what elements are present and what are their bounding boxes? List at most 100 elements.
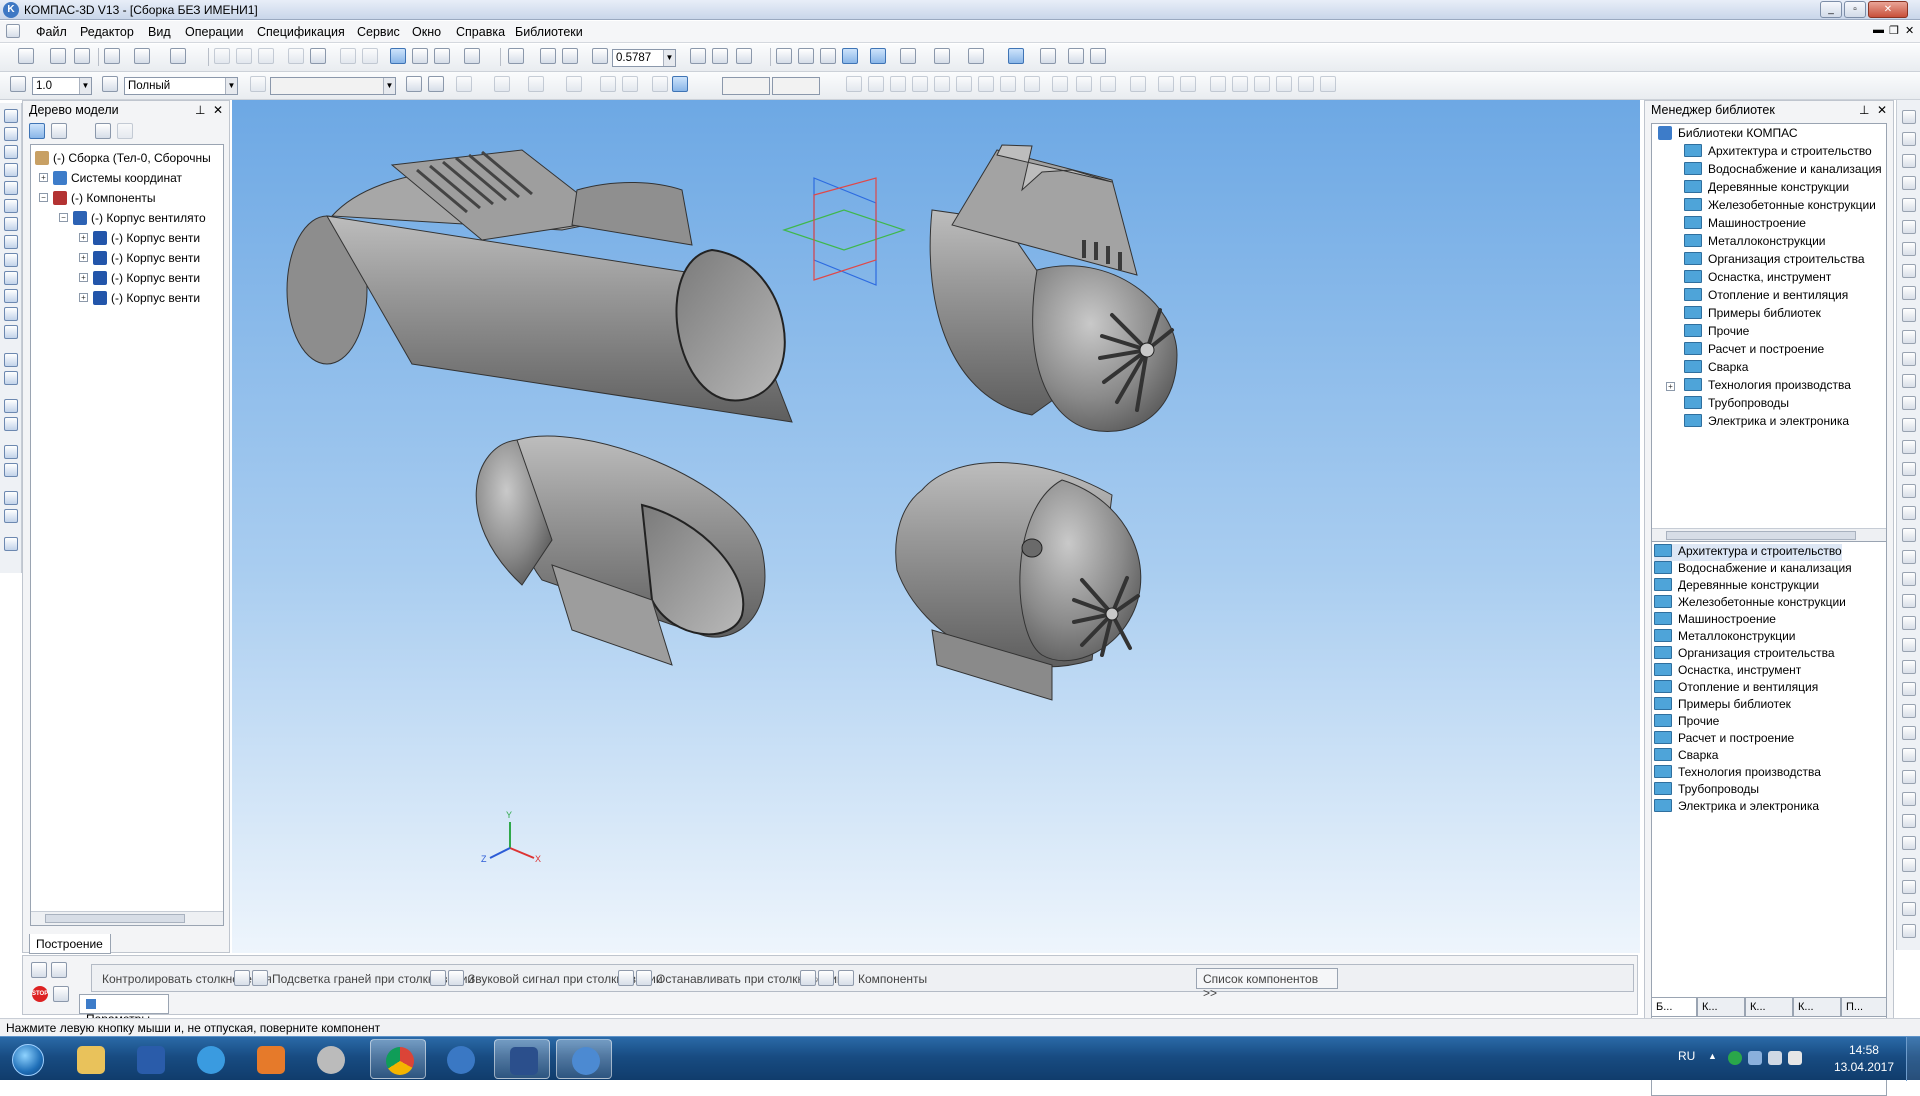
tool-surfaces-icon[interactable] [4,163,18,177]
tree-view-mode-icon[interactable] [29,123,45,139]
save-icon[interactable] [74,48,90,64]
rotate-cs-icon[interactable] [456,76,472,92]
shaded-edges-icon[interactable] [870,48,886,64]
new-file-icon[interactable] [18,48,34,64]
right-tool-4-icon[interactable] [1902,176,1916,190]
tool-sheet-metal-icon[interactable] [4,217,18,231]
cursor-coords-icon[interactable] [672,76,688,92]
power-icon[interactable] [1788,1051,1802,1065]
library-tree-item[interactable]: Машиностроение [1684,216,1806,233]
constraint-10-icon[interactable] [1052,76,1068,92]
menu-view[interactable]: Вид [148,25,171,39]
right-tool-2-icon[interactable] [1902,132,1916,146]
stop-icon[interactable]: STOP [32,986,48,1002]
pan-icon[interactable] [690,48,706,64]
right-tool-33-icon[interactable] [1902,814,1916,828]
tool-dimensions-icon[interactable] [4,235,18,249]
start-button[interactable] [0,1039,54,1079]
panel-close-icon[interactable]: ✕ [1877,103,1887,117]
library-tree-item[interactable]: Технология производства [1684,378,1851,395]
tab-parameters[interactable]: Параметры [79,994,169,1026]
paste-icon[interactable] [258,48,274,64]
components-label[interactable]: Компоненты [858,972,927,986]
step-field[interactable]: 1.0 ▼ [32,77,92,95]
print-icon[interactable] [104,48,120,64]
sketch-icon[interactable] [1090,48,1106,64]
edit-icon[interactable] [51,962,67,978]
variables-icon[interactable] [434,48,450,64]
layout-icon[interactable] [170,48,186,64]
library-list-item[interactable]: Технология производства [1654,765,1821,782]
library-list-item[interactable]: Водоснабжение и канализация [1654,561,1852,578]
expand-icon[interactable]: + [79,293,88,302]
redo-icon[interactable] [362,48,378,64]
stop-toggle-icon[interactable] [618,970,634,986]
collapse-icon[interactable]: − [39,193,48,202]
orientation-icon[interactable] [736,48,752,64]
tool-arrays-icon[interactable] [4,181,18,195]
open-file-icon[interactable] [50,48,66,64]
constraint-21-icon[interactable] [1320,76,1336,92]
right-tool-23-icon[interactable] [1902,594,1916,608]
right-tool-17-icon[interactable] [1902,462,1916,476]
library-tree-item[interactable]: Водоснабжение и канализация [1684,162,1882,179]
collapse-icon[interactable]: − [59,213,68,222]
library-tab-2[interactable]: К... [1697,997,1745,1017]
constraint-11-icon[interactable] [1076,76,1092,92]
format-painter-icon[interactable] [288,48,304,64]
taskbar-explorer[interactable] [62,1039,118,1079]
close-button[interactable]: ✕ [1868,1,1908,18]
constraint-3-icon[interactable] [890,76,906,92]
taskbar-kompas-viewer[interactable] [432,1039,488,1079]
local-cs-icon[interactable] [406,76,422,92]
3d-viewport[interactable]: Y Z X [232,100,1640,953]
highlight-faces-icon[interactable] [252,970,268,986]
constraint-19-icon[interactable] [1276,76,1292,92]
constraint-2-icon[interactable] [868,76,884,92]
library-list-item[interactable]: Трубопроводы [1654,782,1759,799]
constraint-5-icon[interactable] [934,76,950,92]
constraint-8-icon[interactable] [1000,76,1016,92]
constraint-1-icon[interactable] [846,76,862,92]
tab-construction[interactable]: Построение [29,934,111,954]
pin-icon[interactable]: ⊥ [195,103,205,117]
library-tree-item[interactable]: Трубопроводы [1684,396,1789,413]
taskbar-chrome[interactable] [370,1039,426,1079]
orientation-plane-icon[interactable] [428,76,444,92]
shaded-icon[interactable] [842,48,858,64]
collision-toggle-icon[interactable] [234,970,250,986]
tree-horizontal-scrollbar[interactable] [31,911,223,925]
snap-points-icon[interactable] [566,76,582,92]
tree-item-components[interactable]: (-) Компоненты [53,191,155,209]
minimize-button[interactable]: _ [1820,1,1842,18]
manager-icon[interactable] [412,48,428,64]
library-list-item[interactable]: Расчет и построение [1654,731,1794,748]
tree-filter-icon[interactable] [95,123,111,139]
right-tool-14-icon[interactable] [1902,396,1916,410]
right-tool-29-icon[interactable] [1902,726,1916,740]
menu-edit[interactable]: Редактор [80,25,134,39]
kompas-logo-icon[interactable]: K [3,2,19,18]
tool-spec-icon[interactable] [4,271,18,285]
pin-icon[interactable]: ⊥ [1859,103,1869,117]
right-tool-11-icon[interactable] [1902,330,1916,344]
select-mode-icon[interactable] [968,48,984,64]
layer-icon[interactable] [250,76,266,92]
tray-app-icon[interactable] [1728,1051,1742,1065]
library-list-item[interactable]: Железобетонные конструкции [1654,595,1846,612]
tool-elements-icon[interactable] [4,325,18,339]
right-tool-38-icon[interactable] [1902,924,1916,938]
layer-field[interactable]: ▼ [270,77,396,95]
right-tool-7-icon[interactable] [1902,242,1916,256]
right-tool-20-icon[interactable] [1902,528,1916,542]
right-tool-27-icon[interactable] [1902,682,1916,696]
tool-part-icon[interactable] [4,127,18,141]
copy-icon[interactable] [236,48,252,64]
right-tool-32-icon[interactable] [1902,792,1916,806]
constraint-17-icon[interactable] [1232,76,1248,92]
constraint-9-icon[interactable] [1024,76,1040,92]
properties-icon[interactable] [310,48,326,64]
tool-assembly-6-icon[interactable] [4,463,18,477]
menu-help[interactable]: Справка [456,25,505,39]
right-tool-21-icon[interactable] [1902,550,1916,564]
